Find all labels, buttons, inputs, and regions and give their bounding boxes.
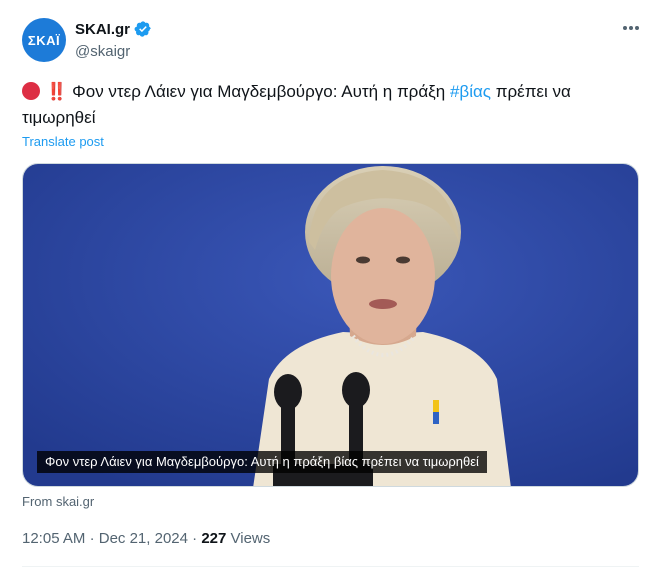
hashtag-link[interactable]: #βίας: [450, 82, 491, 101]
name-row: SKAI.gr: [75, 20, 152, 38]
red-circle-emoji-icon: [22, 82, 40, 100]
avatar[interactable]: ΣΚΑΪ: [22, 18, 66, 62]
avatar-logo-text: ΣΚΑΪ: [27, 32, 61, 48]
display-name[interactable]: SKAI.gr: [75, 21, 130, 38]
post-text: ‼️ Φον ντερ Λάιεν για Μαγδεμβούργο: Αυτή …: [22, 79, 644, 131]
link-source[interactable]: From skai.gr: [22, 494, 94, 509]
meta-separator-2: ·: [192, 530, 198, 547]
more-horizontal-icon[interactable]: [620, 17, 642, 39]
media-photo: [23, 164, 638, 486]
meta-separator-1: ·: [89, 530, 95, 547]
post-text-main: Φον ντερ Λάιεν για Μαγδεμβούργο: Αυτή η …: [72, 82, 450, 101]
double-exclamation-emoji: ‼️: [46, 82, 67, 101]
views-label: Views: [230, 530, 271, 547]
media-caption: Φον ντερ Λάιεν για Μαγδεμβούργο: Αυτή η …: [37, 451, 487, 473]
post-date[interactable]: Dec 21, 2024: [99, 530, 188, 547]
divider: [22, 566, 639, 567]
verified-badge-icon: [134, 21, 151, 37]
post-time[interactable]: 12:05 AM: [22, 530, 85, 547]
post-card: ΣΚΑΪ SKAI.gr @skaigr ‼️ Φον ντερ Λάιεν γι…: [0, 0, 665, 570]
views-count: 227: [201, 530, 227, 547]
translate-post-link[interactable]: Translate post: [22, 134, 104, 149]
post-meta: 12:05 AM · Dec 21, 2024 · 227 Views: [22, 530, 270, 547]
user-handle[interactable]: @skaigr: [75, 43, 130, 60]
media-card[interactable]: Φον ντερ Λάιεν για Μαγδεμβούργο: Αυτή η …: [22, 163, 639, 487]
